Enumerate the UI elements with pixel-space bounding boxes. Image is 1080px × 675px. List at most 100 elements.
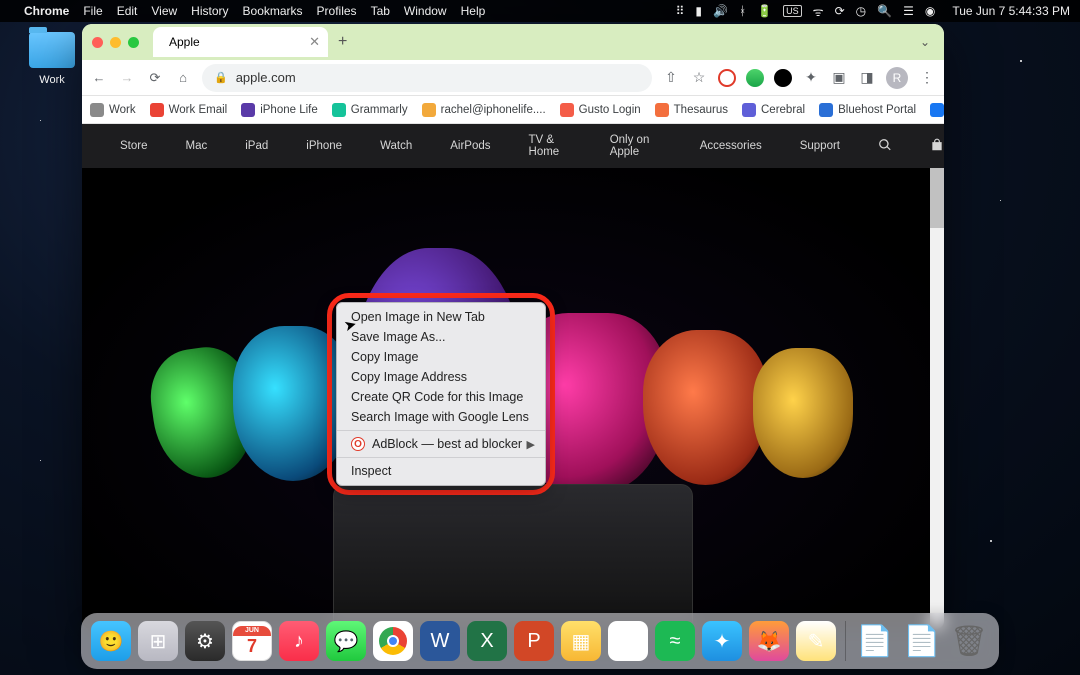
menu-bookmarks[interactable]: Bookmarks	[243, 4, 303, 18]
bookmark-rachel-iphonelife-[interactable]: rachel@iphonelife....	[422, 103, 546, 117]
ctx-save-image-as[interactable]: Save Image As...	[337, 327, 545, 347]
clock-icon[interactable]: ◷	[856, 4, 866, 18]
wifi-icon[interactable]: ᯤ	[813, 3, 824, 20]
nav-mac[interactable]: Mac	[186, 140, 208, 152]
dock-settings[interactable]: ⚙	[185, 621, 225, 661]
dock-slack[interactable]: ✱	[608, 621, 648, 661]
bookmark-grammarly[interactable]: Grammarly	[332, 103, 408, 117]
close-window-button[interactable]	[92, 37, 103, 48]
menu-file[interactable]: File	[83, 4, 102, 18]
dock-launchpad[interactable]: ⊞	[138, 621, 178, 661]
bookmark-work[interactable]: Work	[90, 103, 136, 117]
bookmark-thesaurus[interactable]: Thesaurus	[655, 103, 728, 117]
phone-icon[interactable]: ▮	[695, 4, 702, 18]
keyboard-input-icon[interactable]: US	[783, 5, 802, 17]
desktop-folder-work[interactable]: Work	[22, 32, 82, 86]
share-button[interactable]: ⇧	[662, 69, 680, 87]
dock-preview[interactable]: ▦	[561, 621, 601, 661]
ctx-adblock[interactable]: O AdBlock — best ad blocker ▶	[337, 434, 545, 454]
nav-search-icon[interactable]	[878, 138, 892, 155]
nav-ipad[interactable]: iPad	[245, 140, 268, 152]
ctx-inspect[interactable]: Inspect	[337, 461, 545, 481]
bookmark-star-button[interactable]: ☆	[690, 69, 708, 87]
extension-adblock-icon[interactable]	[718, 69, 736, 87]
menu-profiles[interactable]: Profiles	[317, 4, 357, 18]
dock-safari[interactable]: ✦	[702, 621, 742, 661]
sync-icon[interactable]: ⟳	[835, 4, 845, 18]
dock-music[interactable]: ♪	[279, 621, 319, 661]
extension-icon-2[interactable]	[746, 69, 764, 87]
bookmark-iphone-life[interactable]: iPhone Life	[241, 103, 318, 117]
dock-doc1[interactable]: 📄	[855, 621, 895, 661]
spotlight-icon[interactable]: 🔍	[877, 4, 892, 18]
minimize-window-button[interactable]	[110, 37, 121, 48]
menu-tab[interactable]: Tab	[371, 4, 390, 18]
menu-view[interactable]: View	[151, 4, 177, 18]
dock-spotify[interactable]: ≈	[655, 621, 695, 661]
bookmark-label: Work	[109, 104, 136, 116]
address-bar[interactable]: 🔒 apple.com	[202, 64, 652, 92]
menu-clock[interactable]: Tue Jun 7 5:44:33 PM	[952, 4, 1070, 18]
chrome-menu-button[interactable]: ⋮	[918, 69, 936, 87]
bookmark-facebook[interactable]: Facebook	[930, 103, 944, 117]
lock-icon[interactable]: 🔒	[214, 71, 228, 84]
bookmark-bluehost-portal[interactable]: Bluehost Portal	[819, 103, 916, 117]
ctx-open-image-new-tab[interactable]: Open Image in New Tab	[337, 307, 545, 327]
menu-edit[interactable]: Edit	[117, 4, 138, 18]
browser-tab-active[interactable]: Apple ✕	[153, 27, 328, 57]
dock-trash[interactable]: 🗑	[949, 621, 989, 661]
home-button[interactable]: ⌂	[174, 70, 192, 85]
bluetooth-icon[interactable]: ᚼ	[739, 4, 746, 18]
ctx-create-qr[interactable]: Create QR Code for this Image	[337, 387, 545, 407]
dropbox-icon[interactable]: ⠿	[676, 4, 685, 18]
ctx-copy-image[interactable]: Copy Image	[337, 347, 545, 367]
extension-icon-3[interactable]	[774, 69, 792, 87]
nav-tv-home[interactable]: TV & Home	[529, 134, 572, 158]
volume-icon[interactable]: 🔊	[713, 4, 728, 18]
tab-list-button[interactable]: ⌄	[920, 35, 930, 49]
nav-iphone[interactable]: iPhone	[306, 140, 342, 152]
ctx-search-google-lens[interactable]: Search Image with Google Lens	[337, 407, 545, 427]
menu-window[interactable]: Window	[404, 4, 447, 18]
reload-button[interactable]: ⟳	[146, 70, 164, 86]
bookmark-work-email[interactable]: Work Email	[150, 103, 228, 117]
dock-powerpoint[interactable]: P	[514, 621, 554, 661]
scrollbar-thumb[interactable]	[930, 168, 944, 228]
app-name[interactable]: Chrome	[24, 4, 69, 18]
dock-chrome[interactable]	[373, 621, 413, 661]
bookmark-gusto-login[interactable]: Gusto Login	[560, 103, 641, 117]
extensions-puzzle-icon[interactable]: ✦	[802, 69, 820, 87]
dock-calendar[interactable]: JUN7	[232, 621, 272, 661]
menu-help[interactable]: Help	[461, 4, 486, 18]
ctx-copy-image-address[interactable]: Copy Image Address	[337, 367, 545, 387]
back-button[interactable]: ←	[90, 70, 108, 85]
menu-history[interactable]: History	[191, 4, 228, 18]
nav-only-on-apple[interactable]: Only on Apple	[610, 134, 662, 158]
dock-messages[interactable]: 💬	[326, 621, 366, 661]
ctx-separator-2	[337, 457, 545, 458]
bookmark-cerebral[interactable]: Cerebral	[742, 103, 805, 117]
cast-icon[interactable]: ▣	[830, 69, 848, 87]
nav-airpods[interactable]: AirPods	[450, 140, 490, 152]
new-tab-button[interactable]: +	[338, 33, 347, 51]
maximize-window-button[interactable]	[128, 37, 139, 48]
dock-word[interactable]: W	[420, 621, 460, 661]
dock-doc2[interactable]: 📄	[902, 621, 942, 661]
nav-bag-icon[interactable]	[930, 138, 944, 155]
nav-store[interactable]: Store	[120, 140, 148, 152]
dock-notes[interactable]: ✎	[796, 621, 836, 661]
page-scrollbar[interactable]	[930, 168, 944, 629]
dock-firefox[interactable]: 🦊	[749, 621, 789, 661]
profile-avatar[interactable]: R	[886, 67, 908, 89]
nav-accessories[interactable]: Accessories	[700, 140, 762, 152]
nav-support[interactable]: Support	[800, 140, 840, 152]
battery-icon[interactable]: 🔋	[757, 4, 772, 18]
dock-finder[interactable]: 🙂	[91, 621, 131, 661]
dock-excel[interactable]: X	[467, 621, 507, 661]
close-tab-button[interactable]: ✕	[309, 34, 320, 50]
siri-icon[interactable]: ◉	[925, 4, 935, 18]
browser-toolbar: ← → ⟳ ⌂ 🔒 apple.com ⇧ ☆ ✦ ▣ ◨ R ⋮	[82, 60, 944, 96]
control-center-icon[interactable]: ☰	[903, 4, 914, 18]
nav-watch[interactable]: Watch	[380, 140, 412, 152]
sidepanel-icon[interactable]: ◨	[858, 69, 876, 87]
